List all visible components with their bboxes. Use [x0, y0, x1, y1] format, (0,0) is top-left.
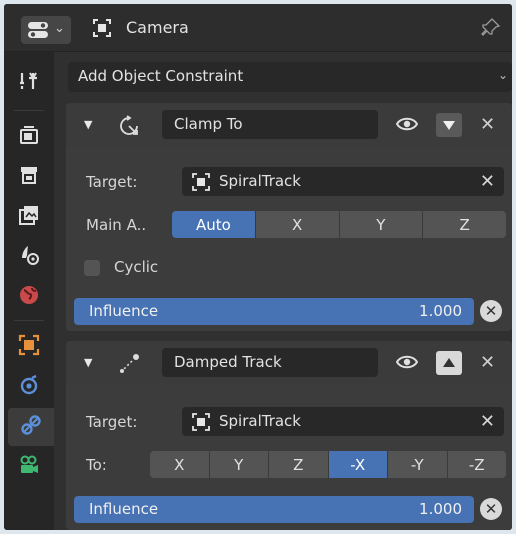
eye-icon[interactable]	[395, 116, 419, 136]
influence-slider[interactable]: Influence 1.000	[74, 298, 474, 325]
damped-track-icon	[118, 353, 142, 379]
delete-constraint-button[interactable]: ✕	[480, 352, 495, 373]
scene-icon	[18, 244, 40, 270]
track-axis-option-z[interactable]: Z	[269, 451, 329, 478]
influence-label: Influence	[89, 302, 159, 320]
clear-target-button[interactable]: ✕	[480, 171, 495, 192]
object-icon	[18, 334, 40, 360]
tab-object[interactable]	[4, 328, 54, 366]
move-down-button[interactable]	[436, 113, 462, 137]
tab-scene[interactable]	[4, 238, 54, 276]
modifier-icon	[18, 374, 40, 400]
influence-value: 1.000	[419, 302, 462, 320]
disable-keep-transform-button[interactable]: ✕	[480, 300, 502, 322]
constraint-name-field[interactable]: Clamp To	[162, 110, 378, 139]
track-axis-option-neg-z[interactable]: -Z	[447, 451, 506, 478]
main-axis-selector: Auto X Y Z	[172, 211, 506, 238]
view-layer-icon	[18, 204, 40, 230]
main-axis-option-z[interactable]: Z	[423, 211, 506, 238]
triangle-up-icon	[443, 358, 455, 367]
influence-slider[interactable]: Influence 1.000	[74, 496, 474, 523]
constraint-name: Clamp To	[174, 115, 243, 133]
main-axis-option-auto[interactable]: Auto	[172, 211, 256, 238]
target-value: SpiralTrack	[219, 172, 301, 190]
tab-view-layer[interactable]	[4, 198, 54, 236]
chevron-down-icon: ⌄	[497, 68, 508, 82]
delete-constraint-button[interactable]: ✕	[480, 114, 495, 135]
target-value: SpiralTrack	[219, 412, 301, 430]
collapse-triangle-icon[interactable]: ▼	[84, 118, 92, 131]
panel-header: ▼ Clamp To ✕	[66, 103, 512, 147]
object-icon	[92, 18, 112, 42]
main-axis-option-y[interactable]: Y	[339, 211, 424, 238]
chevron-down-icon: ⌄	[54, 21, 65, 36]
add-object-constraint-label: Add Object Constraint	[78, 67, 244, 85]
render-icon	[18, 124, 40, 150]
triangle-down-icon	[443, 121, 455, 130]
target-field[interactable]: SpiralTrack ✕	[182, 407, 504, 436]
properties-tabs	[4, 52, 55, 530]
object-icon	[192, 173, 210, 195]
track-axis-option-y[interactable]: Y	[209, 451, 269, 478]
editor-type-button[interactable]: ⌄	[21, 16, 71, 44]
constraint-name: Damped Track	[174, 353, 282, 371]
cyclic-checkbox[interactable]	[84, 260, 100, 276]
properties-editor: ⌄ Camera Add Object Constraint ⌄ ▼ Clamp…	[4, 4, 512, 530]
constraint-panel-clamp-to: ▼ Clamp To ✕ Target: SpiralTrack ✕ Main …	[66, 103, 512, 331]
constraints-panel-area: Add Object Constraint ⌄ ▼ Clamp To ✕ Tar…	[54, 52, 512, 530]
camera-data-icon	[18, 454, 40, 480]
cyclic-label: Cyclic	[114, 258, 159, 276]
influence-value: 1.000	[419, 500, 462, 518]
object-icon	[192, 413, 210, 435]
tab-render[interactable]	[4, 118, 54, 156]
tab-world[interactable]	[4, 278, 54, 316]
disable-keep-transform-button[interactable]: ✕	[480, 498, 502, 520]
header: ⌄ Camera	[4, 4, 512, 52]
track-axis-option-neg-y[interactable]: -Y	[388, 451, 448, 478]
main-axis-option-x[interactable]: X	[255, 211, 340, 238]
constraint-icon	[20, 414, 42, 440]
add-object-constraint-dropdown[interactable]: Add Object Constraint ⌄	[68, 62, 512, 92]
tab-output[interactable]	[4, 158, 54, 196]
object-name: Camera	[126, 18, 189, 37]
main-axis-label: Main A..	[86, 216, 147, 234]
eye-icon[interactable]	[395, 354, 419, 374]
pin-icon[interactable]	[481, 17, 501, 41]
tab-modifier[interactable]	[4, 368, 54, 406]
to-label: To:	[86, 456, 107, 474]
clear-target-button[interactable]: ✕	[480, 411, 495, 432]
tab-camera-data[interactable]	[4, 448, 54, 486]
constraint-name-field[interactable]: Damped Track	[162, 348, 378, 377]
properties-editor-icon	[27, 21, 49, 43]
x-circle-icon: ✕	[484, 500, 498, 518]
world-icon	[18, 284, 40, 310]
track-axis-option-neg-x[interactable]: -X	[328, 451, 388, 478]
x-circle-icon: ✕	[484, 302, 498, 320]
target-label: Target:	[86, 413, 138, 431]
collapse-triangle-icon[interactable]: ▼	[84, 356, 92, 369]
target-field[interactable]: SpiralTrack ✕	[182, 167, 504, 196]
clamp-to-icon	[118, 115, 142, 141]
move-up-button[interactable]	[436, 351, 462, 375]
influence-label: Influence	[89, 500, 159, 518]
tab-tool[interactable]	[4, 64, 54, 102]
target-label: Target:	[86, 173, 138, 191]
panel-header: ▼ Damped Track ✕	[66, 341, 512, 385]
output-icon	[18, 164, 40, 190]
tab-constraints[interactable]	[8, 408, 54, 446]
track-axis-option-x[interactable]: X	[150, 451, 210, 478]
track-axis-selector: X Y Z -X -Y -Z	[150, 451, 506, 478]
constraint-panel-damped-track: ▼ Damped Track ✕ Target: SpiralTrack ✕ T…	[66, 341, 512, 530]
tool-icon	[18, 70, 40, 96]
